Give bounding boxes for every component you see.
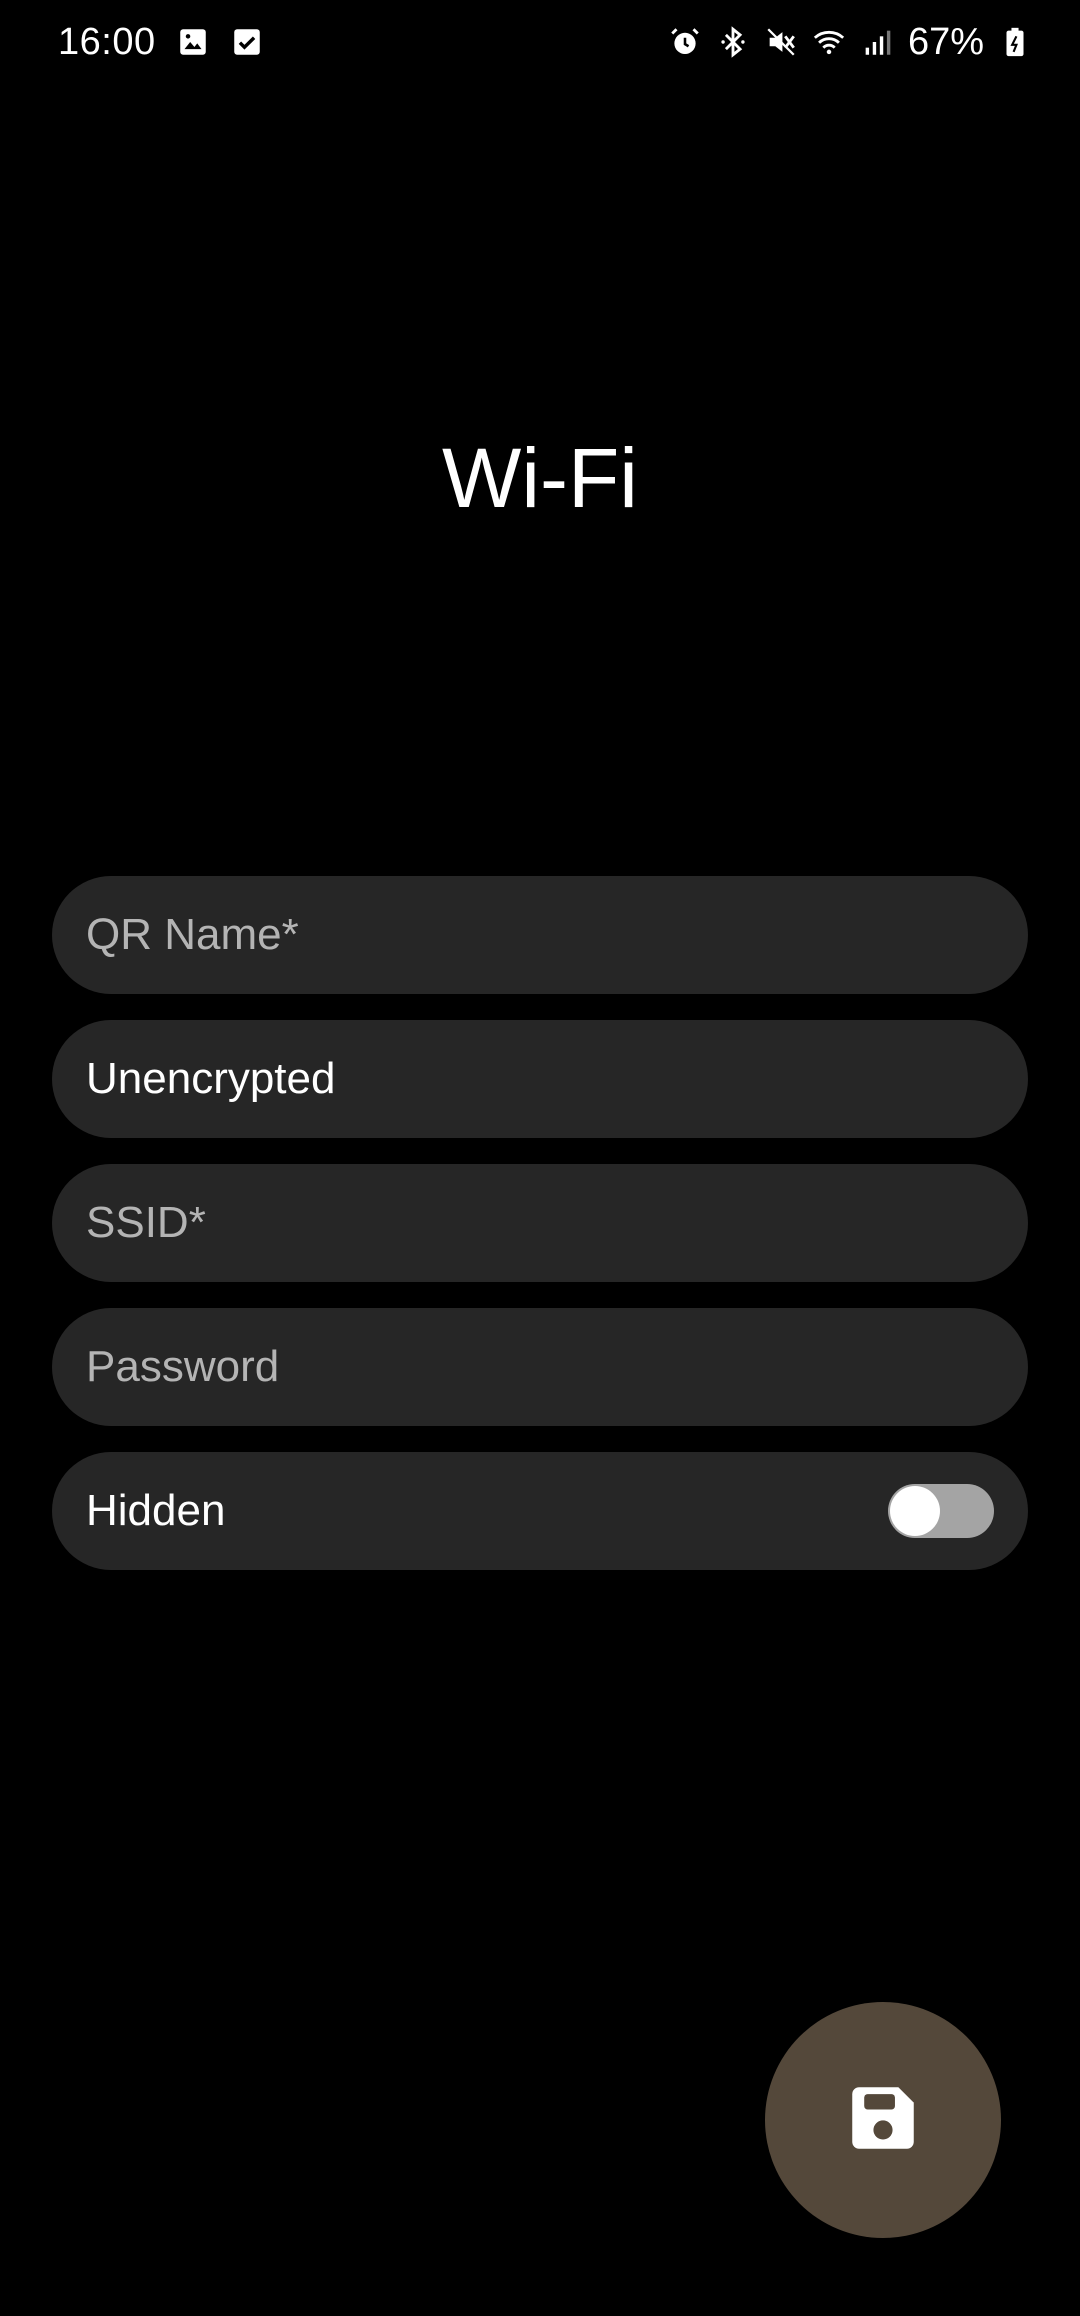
page-title: Wi-Fi [442, 431, 638, 525]
password-field[interactable]: Password [52, 1308, 1028, 1426]
wifi-icon [812, 25, 846, 59]
qr-name-placeholder: QR Name* [86, 910, 299, 959]
alarm-icon [668, 25, 702, 59]
toggle-knob [890, 1486, 940, 1536]
signal-icon [860, 25, 894, 59]
hidden-label: Hidden [86, 1486, 226, 1535]
save-icon [842, 2077, 924, 2164]
battery-icon [998, 25, 1032, 59]
qr-name-field[interactable]: QR Name* [52, 876, 1028, 994]
save-button[interactable] [765, 2002, 1001, 2238]
gallery-icon [176, 25, 210, 59]
checkbox-icon [230, 25, 264, 59]
hidden-toggle[interactable] [888, 1484, 994, 1538]
status-time: 16:00 [58, 20, 156, 63]
encryption-value: Unencrypted [86, 1054, 336, 1103]
status-bar: 16:00 67% [0, 0, 1080, 84]
password-placeholder: Password [86, 1342, 280, 1391]
status-right: 67% [668, 21, 1032, 64]
ssid-placeholder: SSID* [86, 1198, 206, 1247]
status-left: 16:00 [58, 21, 264, 64]
encryption-select[interactable]: Unencrypted [52, 1020, 1028, 1138]
ssid-field[interactable]: SSID* [52, 1164, 1028, 1282]
mute-icon [764, 25, 798, 59]
hidden-row: Hidden [52, 1452, 1028, 1570]
battery-percent: 67% [907, 20, 984, 63]
bluetooth-icon [716, 25, 750, 59]
wifi-qr-screen: 16:00 67% Wi-Fi QR Name* Unencrypted SSI… [0, 0, 1080, 2316]
